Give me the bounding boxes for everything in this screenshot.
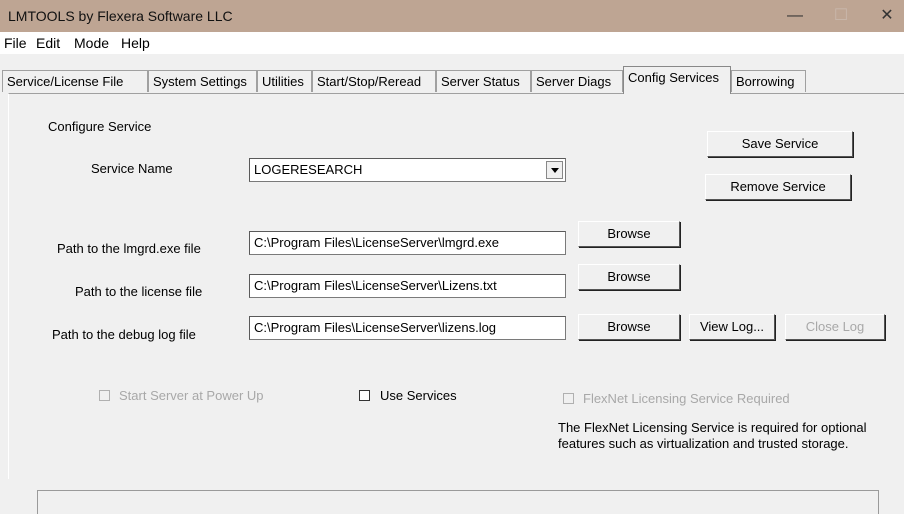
use-services-label[interactable]: Use Services (380, 388, 457, 403)
view-log-button[interactable]: View Log... (689, 314, 775, 340)
lmgrd-path-label: Path to the lmgrd.exe file (57, 241, 201, 256)
dropdown-arrow-icon[interactable] (546, 161, 563, 179)
tab-server-diags[interactable]: Server Diags (531, 70, 623, 92)
remove-service-button[interactable]: Remove Service (705, 174, 851, 200)
save-service-button[interactable]: Save Service (707, 131, 853, 157)
menu-edit[interactable]: Edit (36, 35, 60, 51)
tab-borrowing[interactable]: Borrowing (731, 70, 806, 92)
debug-log-path-label: Path to the debug log file (52, 327, 196, 342)
service-name-dropdown[interactable]: LOGERESEARCH (249, 158, 566, 182)
configure-service-label: Configure Service (48, 119, 152, 134)
menu-bar: File Edit Mode Help (0, 32, 904, 54)
flexnet-required-checkbox (563, 393, 574, 404)
tab-start-stop-reread[interactable]: Start/Stop/Reread (312, 70, 436, 92)
minimize-icon[interactable]: — (772, 0, 818, 32)
tab-config-services[interactable]: Config Services (623, 66, 731, 94)
service-name-label: Service Name (91, 161, 173, 176)
window-title: LMTOOLS by Flexera Software LLC (8, 8, 233, 24)
start-at-power-up-checkbox (99, 390, 110, 401)
flexnet-note-line1: The FlexNet Licensing Service is require… (558, 420, 867, 435)
tab-system-settings[interactable]: System Settings (148, 70, 257, 92)
tab-utilities[interactable]: Utilities (257, 70, 312, 92)
use-services-checkbox[interactable] (359, 390, 370, 401)
close-log-button: Close Log (785, 314, 885, 340)
tab-server-status[interactable]: Server Status (436, 70, 531, 92)
maximize-icon: ☐ (833, 7, 849, 24)
browse-license-button[interactable]: Browse (578, 264, 680, 290)
start-at-power-up-label: Start Server at Power Up (119, 388, 264, 403)
close-icon[interactable]: ✕ (864, 0, 904, 32)
menu-help[interactable]: Help (121, 35, 150, 51)
flexnet-note-line2: features such as virtualization and trus… (558, 436, 849, 451)
license-path-input[interactable]: C:\Program Files\LicenseServer\Lizens.tx… (249, 274, 566, 298)
flexnet-required-label: FlexNet Licensing Service Required (583, 391, 790, 406)
debug-log-path-input[interactable]: C:\Program Files\LicenseServer\lizens.lo… (249, 316, 566, 340)
tab-service-license-file[interactable]: Service/License File (2, 70, 148, 92)
browse-debug-log-button[interactable]: Browse (578, 314, 680, 340)
license-path-label: Path to the license file (75, 284, 203, 299)
lmgrd-path-input[interactable]: C:\Program Files\LicenseServer\lmgrd.exe (249, 231, 566, 255)
service-name-value: LOGERESEARCH (254, 162, 363, 177)
browse-lmgrd-button[interactable]: Browse (578, 221, 680, 247)
status-bar (37, 490, 879, 514)
title-bar[interactable]: LMTOOLS by Flexera Software LLC — ☐ ✕ (0, 0, 904, 32)
menu-file[interactable]: File (4, 35, 27, 51)
menu-mode[interactable]: Mode (74, 35, 109, 51)
